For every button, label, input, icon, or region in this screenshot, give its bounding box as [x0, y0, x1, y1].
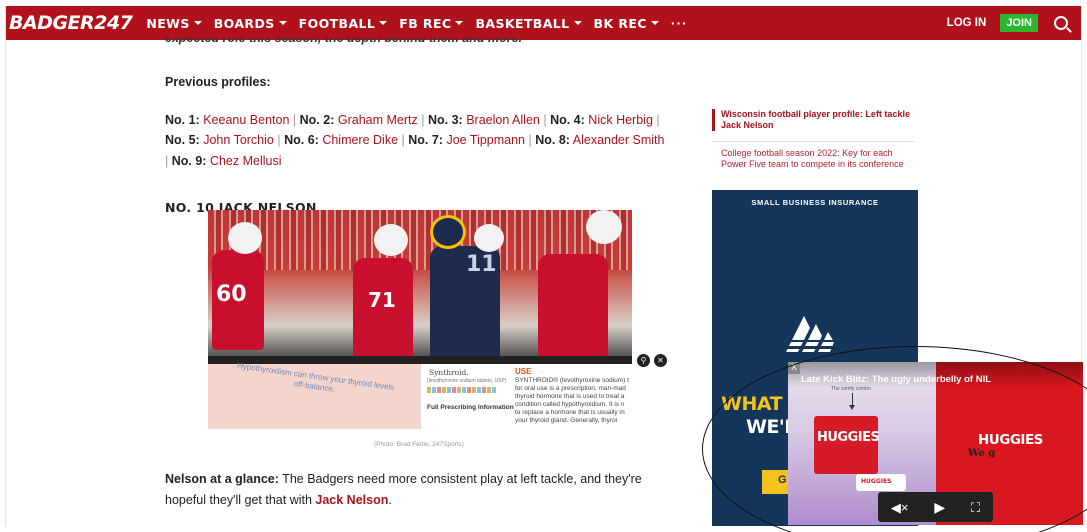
- more-menu-button[interactable]: ···: [671, 15, 688, 31]
- play-icon[interactable]: ▶: [934, 500, 945, 514]
- mute-icon[interactable]: ◀×: [891, 501, 909, 514]
- glance-end: .: [388, 492, 392, 507]
- chevron-down-icon: [193, 21, 202, 25]
- profile-link[interactable]: John Torchio: [203, 133, 274, 147]
- box-brand: HUGGIES: [817, 430, 880, 445]
- use-heading: USE: [515, 367, 532, 376]
- player-helmet: [374, 224, 408, 256]
- profile-num: No. 3:: [427, 112, 463, 127]
- jersey-number: 60: [216, 282, 247, 307]
- nav-account-area: LOG IN JOIN: [947, 14, 1082, 32]
- chevron-down-icon: [278, 21, 287, 25]
- close-icon[interactable]: X: [788, 362, 800, 374]
- article-body: expected role this season, the depth beh…: [165, 38, 670, 219]
- profile-link[interactable]: Graham Mertz: [338, 113, 418, 127]
- wipes-pack: HUGGIES: [856, 474, 906, 491]
- profile-link[interactable]: Chez Mellusi: [210, 154, 282, 168]
- previous-profiles-label: Previous profiles:: [165, 75, 271, 89]
- site-logo[interactable]: BADGER247: [9, 12, 133, 34]
- previous-profiles-list: No. 1: Keeanu Benton | No. 2: Graham Mer…: [165, 112, 665, 168]
- ad-left-text: Hypothyroidism can throw your thyroid le…: [236, 361, 395, 394]
- profile-num: No. 6:: [284, 133, 319, 147]
- profile-link[interactable]: Chimere Dike: [322, 133, 398, 147]
- chevron-down-icon: [573, 21, 582, 25]
- profile-link[interactable]: Keeanu Benton: [203, 113, 289, 127]
- profile-link[interactable]: Nick Herbig: [588, 113, 653, 127]
- nav-basketball[interactable]: BASKETBALL: [475, 15, 582, 31]
- player-figure: [538, 254, 608, 358]
- video-progress-bar[interactable]: [208, 356, 632, 364]
- sidebar-link[interactable]: College football season 2022: Key for ea…: [721, 148, 916, 170]
- arrow-icon: [849, 393, 855, 410]
- inline-ad[interactable]: Hypothyroidism can throw your thyroid le…: [208, 361, 632, 429]
- close-icon[interactable]: ✕: [654, 354, 667, 367]
- video-controls: ◀× ▶ ⛶: [878, 492, 993, 522]
- profile-num: No. 2:: [299, 112, 335, 127]
- synthroid-subtitle: (levothyroxine sodium tablets, USP): [427, 378, 507, 384]
- full-prescribing-link[interactable]: Full Prescribing Information: [427, 404, 514, 411]
- jersey-number: 11: [466, 252, 497, 277]
- profile-num: No. 1:: [165, 112, 200, 127]
- profile-link[interactable]: Braelon Allen: [466, 113, 540, 127]
- cut-off-line: expected role this season, the depth beh…: [165, 38, 523, 45]
- sidebar-divider: [712, 141, 915, 142]
- nav-fb-rec[interactable]: FB REC: [399, 15, 464, 31]
- top-nav: BADGER247 NEWS BOARDS FOOTBALL FB REC BA…: [5, 6, 1082, 40]
- profile-num: No. 4:: [550, 112, 585, 127]
- jack-nelson-link[interactable]: Jack Nelson: [315, 493, 388, 507]
- diaper-box: HUGGIES: [814, 416, 880, 474]
- player-helmet: [474, 224, 504, 252]
- profile-link[interactable]: Alexander Smith: [573, 133, 665, 147]
- floating-video-player[interactable]: The comfy combo HUGGIES HUGGIES HUGGIES …: [788, 362, 1083, 525]
- video-title: Late Kick Blitz: The ugly underbelly of …: [801, 374, 992, 385]
- chevron-down-icon: [455, 21, 464, 25]
- ad-left-panel: Hypothyroidism can throw your thyroid le…: [208, 361, 420, 429]
- nav-football-label: FOOTBALL: [298, 15, 376, 31]
- profile-link[interactable]: Joe Tippmann: [446, 133, 525, 147]
- nav-boards-label: BOARDS: [213, 15, 275, 31]
- ad-header: SMALL BUSINESS INSURANCE: [751, 198, 879, 207]
- profile-num: No. 7:: [408, 133, 443, 147]
- nav-news[interactable]: NEWS: [146, 15, 202, 31]
- join-button[interactable]: JOIN: [1000, 14, 1038, 32]
- search-icon[interactable]: [1054, 16, 1068, 30]
- wipes-brand: HUGGIES: [861, 478, 892, 485]
- glance-paragraph: Nelson at a glance: The Badgers need mor…: [165, 469, 675, 510]
- nav-bk-rec[interactable]: BK REC: [594, 16, 659, 31]
- player-helmet: [228, 222, 262, 254]
- jersey-number: 71: [368, 288, 396, 312]
- nav-basketball-label: BASKETBALL: [475, 15, 570, 31]
- profile-num: No. 5:: [165, 133, 200, 147]
- profile-num: No. 8:: [535, 133, 570, 147]
- football-photo: 60 71 11: [208, 210, 632, 358]
- sidebar-link-active[interactable]: Wisconsin football player profile: Left …: [712, 109, 912, 131]
- fullscreen-icon[interactable]: ⛶: [971, 501, 980, 514]
- synthroid-brand: Synthroid.: [429, 368, 469, 377]
- nav-bk-rec-label: BK REC: [593, 15, 647, 31]
- login-link[interactable]: LOG IN: [947, 17, 987, 29]
- profile-num: No. 9:: [171, 153, 207, 168]
- ad-right-panel: Synthroid. (levothyroxine sodium tablets…: [420, 364, 632, 429]
- player-helmet: [430, 215, 466, 249]
- glance-label: Nelson at a glance:: [165, 472, 279, 486]
- usbank-logo-icon: [784, 316, 846, 352]
- hero-video-player[interactable]: 60 71 11 Hypothyroidism can throw your t…: [208, 210, 632, 429]
- right-brand: HUGGIES: [978, 432, 1043, 448]
- right-subtext: We g: [968, 448, 996, 459]
- chevron-down-icon: [650, 21, 659, 25]
- nav-boards[interactable]: BOARDS: [214, 16, 287, 31]
- nav-news-label: NEWS: [146, 15, 190, 31]
- player-helmet: [586, 210, 622, 244]
- nav-football[interactable]: FOOTBALL: [299, 16, 388, 31]
- chevron-down-icon: [379, 21, 388, 25]
- pill-dots: [427, 387, 497, 393]
- zoom-icon[interactable]: ⚲: [637, 354, 650, 367]
- nav-fb-rec-label: FB REC: [399, 15, 452, 31]
- photo-credit: (Photo: Brad Fedie, 247Sports): [374, 441, 464, 448]
- use-body-text: SYNTHROID® (levothyroxine sodium) t for …: [515, 377, 629, 424]
